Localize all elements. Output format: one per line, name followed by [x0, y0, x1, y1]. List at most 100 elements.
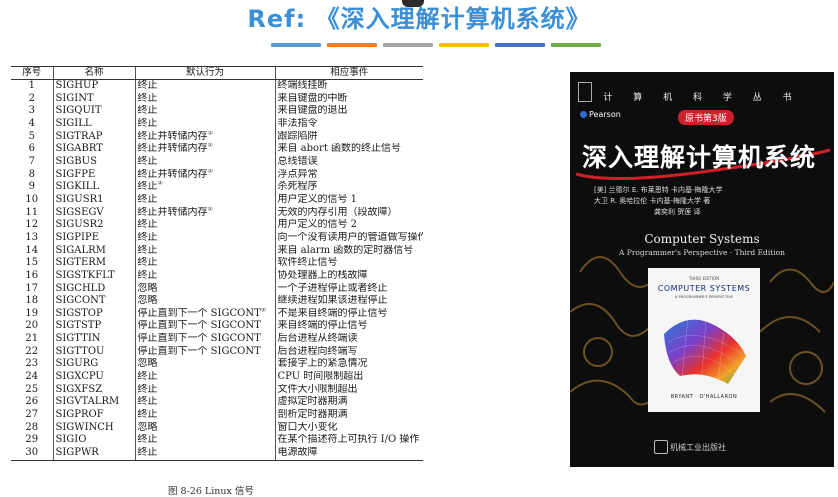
- signal-number: 25: [25, 383, 39, 395]
- signal-number: 30: [11, 447, 53, 461]
- signal-event: 协处理器上的栈故障: [274, 269, 423, 283]
- signal-number: 26: [25, 396, 39, 408]
- column-header-number: 序号: [11, 66, 53, 80]
- signal-event: 用户定义的信号 2: [274, 219, 423, 232]
- table-row: 19 SIGSTOP 停止直到下一个 SIGCONT② 不是来自终端的停止信号: [11, 307, 423, 321]
- inner-cover: THIRD EDITION COMPUTER SYSTEMS A PROGRAM…: [648, 268, 760, 412]
- signal-name: SIGPWR: [52, 447, 135, 461]
- book-publisher: 机械工业出版社: [670, 443, 726, 452]
- table-row: 16 SIGSTKFLT 终止 协处理器上的栈故障: [11, 269, 423, 283]
- signal-default-action: 终止: [134, 231, 275, 245]
- publisher-logo-icon: [654, 440, 668, 454]
- signal-name: SIGXFSZ: [52, 383, 135, 397]
- signal-name: SIGALRM: [52, 244, 135, 258]
- table-row: 10 SIGUSR1 终止 用户定义的信号 1: [11, 193, 423, 207]
- table-row: 11 SIGSEGV 终止并转储内存① 无效的内存引用（段故障）: [11, 206, 423, 220]
- signal-name: SIGINT: [52, 92, 135, 106]
- table-row: 3 SIGQUIT 终止 来自键盘的退出: [11, 105, 423, 118]
- signal-number: 1: [28, 80, 35, 91]
- signal-number: 29: [25, 434, 39, 446]
- table-row: 12 SIGUSR2 终止 用户定义的信号 2: [11, 219, 423, 232]
- signal-number: 23: [25, 358, 39, 370]
- signal-number: 18: [25, 295, 39, 307]
- signal-default-action: 终止: [134, 105, 275, 118]
- table-row: 30 SIGPWR 终止 电源故障: [11, 447, 423, 461]
- signal-number: 6: [28, 143, 35, 155]
- signal-name: SIGABRT: [52, 143, 135, 156]
- color-bar: [495, 43, 545, 47]
- signal-name: SIGCHLD: [52, 282, 135, 296]
- signal-number: 12: [25, 219, 39, 231]
- table-row: 18 SIGCONT 忽略 继续进程如果该进程停止: [11, 295, 423, 308]
- color-bar: [327, 43, 377, 47]
- signal-event: 软件终止信号: [274, 257, 423, 270]
- signal-event: 用户定义的信号 1: [274, 193, 423, 207]
- signal-name: SIGPIPE: [52, 231, 135, 245]
- table-row: 8 SIGFPE 终止并转储内存① 浮点异常: [11, 168, 423, 182]
- table-row: 17 SIGCHLD 忽略 一个子进程停止或者终止: [11, 282, 423, 296]
- signal-name: SIGWINCH: [52, 421, 135, 435]
- signal-name: SIGTRAP: [52, 130, 135, 144]
- footnote-mark: ①: [207, 143, 213, 149]
- table-row: 23 SIGURG 忽略 套接字上的紧急情况: [11, 358, 423, 372]
- table-row: 1 SIGHUP 终止 终端线挂断: [11, 79, 423, 93]
- color-bar: [383, 43, 433, 47]
- footnote-mark: ②: [157, 181, 163, 187]
- color-bar-strip: [271, 43, 601, 47]
- signal-default-action: 终止: [134, 383, 275, 397]
- footnote-mark: ①: [207, 206, 213, 213]
- signal-number: 11: [25, 206, 39, 218]
- signal-event: 跟踪陷阱: [274, 130, 423, 144]
- inner-subtitle: A PROGRAMMER'S PERSPECTIVE: [674, 295, 734, 299]
- table-row: 14 SIGALRM 终止 来自 alarm 函数的定时器信号: [11, 244, 423, 258]
- signal-default-action: 终止: [134, 193, 275, 207]
- signal-default-action: 终止并转储内存①: [134, 206, 275, 220]
- signal-number: 15: [25, 257, 39, 269]
- book-subtitle-en: A Programmer's Perspective · Third Editi…: [618, 248, 786, 257]
- signal-default-action: 终止: [134, 244, 275, 258]
- signal-event: 在某个描述符上可执行 I/O 操作: [274, 434, 423, 448]
- signal-default-action: 终止: [134, 409, 275, 422]
- signal-number: 7: [28, 155, 35, 167]
- color-bar: [439, 43, 489, 47]
- signal-name: SIGPROF: [52, 409, 135, 422]
- signal-number: 9: [28, 181, 35, 193]
- signal-number: 21: [25, 333, 39, 345]
- signal-default-action: 终止: [134, 434, 275, 448]
- signal-number: 8: [28, 168, 35, 180]
- book-cover: 计 算 机 科 学 丛 书 Pearson 原书第3版 深入理解计算机系统 [美…: [570, 72, 834, 467]
- signal-name: SIGVTALRM: [52, 396, 135, 410]
- signal-name: SIGURG: [52, 358, 135, 372]
- signal-number: 5: [28, 130, 35, 142]
- signal-number: 14: [25, 244, 39, 256]
- signal-name: SIGKILL: [52, 181, 135, 194]
- signal-event: 继续进程如果该进程停止: [274, 295, 423, 308]
- inner-title: COMPUTER SYSTEMS: [657, 284, 751, 293]
- signal-number: 19: [25, 307, 39, 319]
- column-header-default-action: 默认行为: [134, 66, 275, 80]
- signal-number: 27: [25, 409, 39, 421]
- signal-number: 17: [25, 282, 39, 294]
- signal-default-action: 忽略: [134, 295, 275, 308]
- signal-event: 来自终端的停止信号: [274, 320, 423, 334]
- inner-authors: BRYANT · O'HALLARON: [670, 394, 738, 400]
- signal-default-action: 停止直到下一个 SIGCONT: [134, 333, 275, 346]
- table-row: 15 SIGTERM 终止 软件终止信号: [11, 257, 423, 270]
- signal-default-action: 停止直到下一个 SIGCONT: [134, 320, 275, 334]
- signal-default-action: 终止②: [134, 181, 275, 194]
- signal-event: 后台进程向终端写: [274, 345, 423, 359]
- table-row: 29 SIGIO 终止 在某个描述符上可执行 I/O 操作: [11, 434, 423, 448]
- signal-name: SIGUSR1: [52, 193, 135, 207]
- table-header-row: 序号 名称 默认行为 相应事件: [11, 66, 423, 80]
- signal-default-action: 终止: [134, 219, 275, 232]
- footnote-mark: ①: [207, 168, 213, 175]
- table-row: 27 SIGPROF 终止 剖析定时器期满: [11, 409, 423, 422]
- signal-event: 虚拟定时器期满: [274, 396, 423, 410]
- signal-default-action: 终止并转储内存①: [134, 130, 275, 144]
- table-row: 9 SIGKILL 终止② 杀死程序: [11, 181, 423, 194]
- signal-name: SIGSTKFLT: [52, 269, 135, 283]
- signal-default-action: 忽略: [134, 358, 275, 372]
- inner-edition: THIRD EDITION: [688, 276, 720, 281]
- table-row: 26 SIGVTALRM 终止 虚拟定时器期满: [11, 396, 423, 410]
- signal-number: 24: [25, 371, 39, 383]
